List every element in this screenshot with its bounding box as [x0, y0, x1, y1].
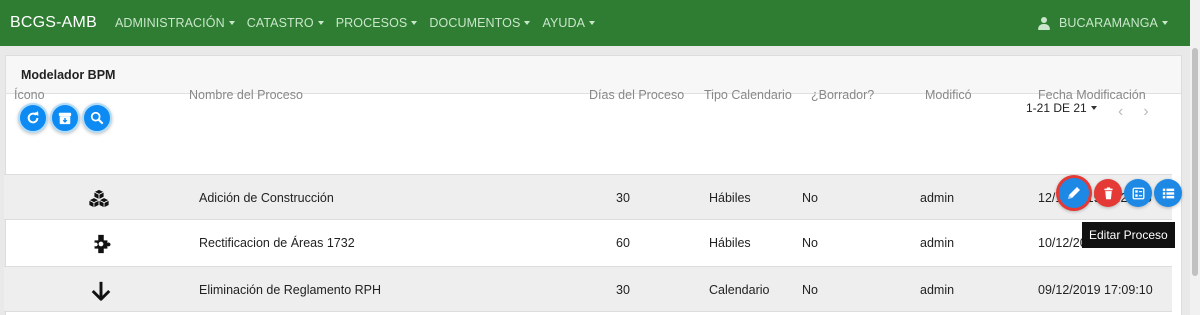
- chevron-left-icon[interactable]: ‹: [1118, 103, 1123, 121]
- menu-catastro[interactable]: CATASTRO: [247, 16, 324, 30]
- row-actions: [1056, 175, 1182, 211]
- edit-process-tooltip: Editar Proceso: [1082, 222, 1175, 248]
- menu-procesos-label: PROCESOS: [335, 16, 408, 30]
- menu-ayuda[interactable]: AYUDA: [542, 16, 596, 30]
- process-days: 60: [616, 236, 630, 250]
- table-row[interactable]: Rectificacion de Áreas 1732 60 Hábiles N…: [4, 220, 1172, 266]
- delete-process-button[interactable]: [1094, 179, 1122, 207]
- menu-documentos-label: DOCUMENTOS: [429, 16, 521, 30]
- top-navbar: BCGS-AMB ADMINISTRACIÓN CATASTRO PROCESO…: [0, 0, 1190, 46]
- toolbar: [18, 103, 112, 133]
- modified-by: admin: [920, 191, 955, 205]
- page-scrollbar[interactable]: [1190, 0, 1200, 315]
- process-name: Eliminación de Reglamento RPH: [199, 283, 382, 297]
- menu-procesos[interactable]: PROCESOS: [336, 16, 418, 30]
- refresh-icon: [27, 111, 39, 124]
- table-row[interactable]: Adición de Construcción 30 Hábiles No ad…: [4, 174, 1172, 220]
- caret-down-icon: [589, 21, 596, 25]
- menu-administracion[interactable]: ADMINISTRACIÓN: [115, 16, 235, 30]
- puzzle-icon: [94, 234, 111, 254]
- chevron-right-icon[interactable]: ›: [1143, 103, 1148, 121]
- process-name: Adición de Construcción: [199, 191, 334, 205]
- pagination-text: 1-21 DE 21: [1026, 101, 1087, 115]
- process-days: 30: [616, 191, 630, 205]
- search-button[interactable]: [82, 103, 112, 133]
- user-icon: [1037, 16, 1051, 30]
- archive-button[interactable]: [50, 103, 80, 133]
- caret-down-icon: [317, 21, 324, 25]
- process-days: 30: [616, 283, 630, 297]
- modified-date: 10/12/2019 10:45:12: [1038, 236, 1088, 250]
- user-menu[interactable]: BUCARAMANGA: [1037, 16, 1168, 30]
- draft-flag: No: [802, 283, 818, 297]
- caret-down-icon: [524, 21, 531, 25]
- header-dias[interactable]: Días del Proceso: [589, 88, 684, 102]
- menu-catastro-label: CATASTRO: [246, 16, 314, 30]
- caret-down-icon: [1162, 21, 1168, 25]
- form-process-button[interactable]: [1124, 179, 1152, 207]
- scrollbar-thumb[interactable]: [1192, 48, 1198, 276]
- modified-by: admin: [920, 283, 955, 297]
- refresh-button[interactable]: [18, 103, 48, 133]
- list-icon: [1162, 188, 1174, 198]
- pencil-icon: [1068, 187, 1080, 199]
- menu-administracion-label: ADMINISTRACIÓN: [114, 16, 225, 30]
- user-name: BUCARAMANGA: [1058, 16, 1158, 30]
- pagination-dropdown[interactable]: 1-21 DE 21: [1026, 101, 1097, 115]
- header-modifico[interactable]: Modificó: [925, 88, 972, 102]
- modified-by: admin: [920, 236, 955, 250]
- calendar-type: Hábiles: [709, 236, 751, 250]
- form-icon: [1132, 187, 1144, 199]
- calendar-type: Hábiles: [709, 191, 751, 205]
- arrow-down-icon: [91, 281, 111, 301]
- menu-ayuda-label: AYUDA: [542, 16, 586, 30]
- edit-process-button[interactable]: [1056, 175, 1092, 211]
- list-process-button[interactable]: [1154, 179, 1182, 207]
- modified-date: 09/12/2019 17:09:10: [1038, 283, 1153, 297]
- table-row[interactable]: Eliminación de Reglamento RPH 30 Calenda…: [4, 266, 1172, 312]
- caret-down-icon: [1090, 106, 1097, 110]
- header-nombre[interactable]: Nombre del Proceso: [189, 88, 303, 102]
- menu-documentos[interactable]: DOCUMENTOS: [429, 16, 531, 30]
- header-icono[interactable]: Ícono: [14, 88, 45, 102]
- calendar-type: Calendario: [709, 283, 770, 297]
- header-borrador[interactable]: ¿Borrador?: [811, 88, 874, 102]
- pagination-nav: ‹ ›: [1118, 103, 1149, 121]
- process-name: Rectificacion de Áreas 1732: [199, 236, 355, 250]
- archive-icon: [58, 112, 72, 125]
- search-icon: [90, 111, 104, 125]
- trash-icon: [1103, 186, 1113, 199]
- draft-flag: No: [802, 236, 818, 250]
- caret-down-icon: [228, 21, 235, 25]
- caret-down-icon: [411, 21, 418, 25]
- cubes-icon: [89, 189, 109, 208]
- header-tipo-calendario[interactable]: Tipo Calendario: [704, 88, 792, 102]
- draft-flag: No: [802, 191, 818, 205]
- brand-logo[interactable]: BCGS-AMB: [10, 14, 97, 32]
- header-fecha[interactable]: Fecha Modificación: [1038, 88, 1146, 102]
